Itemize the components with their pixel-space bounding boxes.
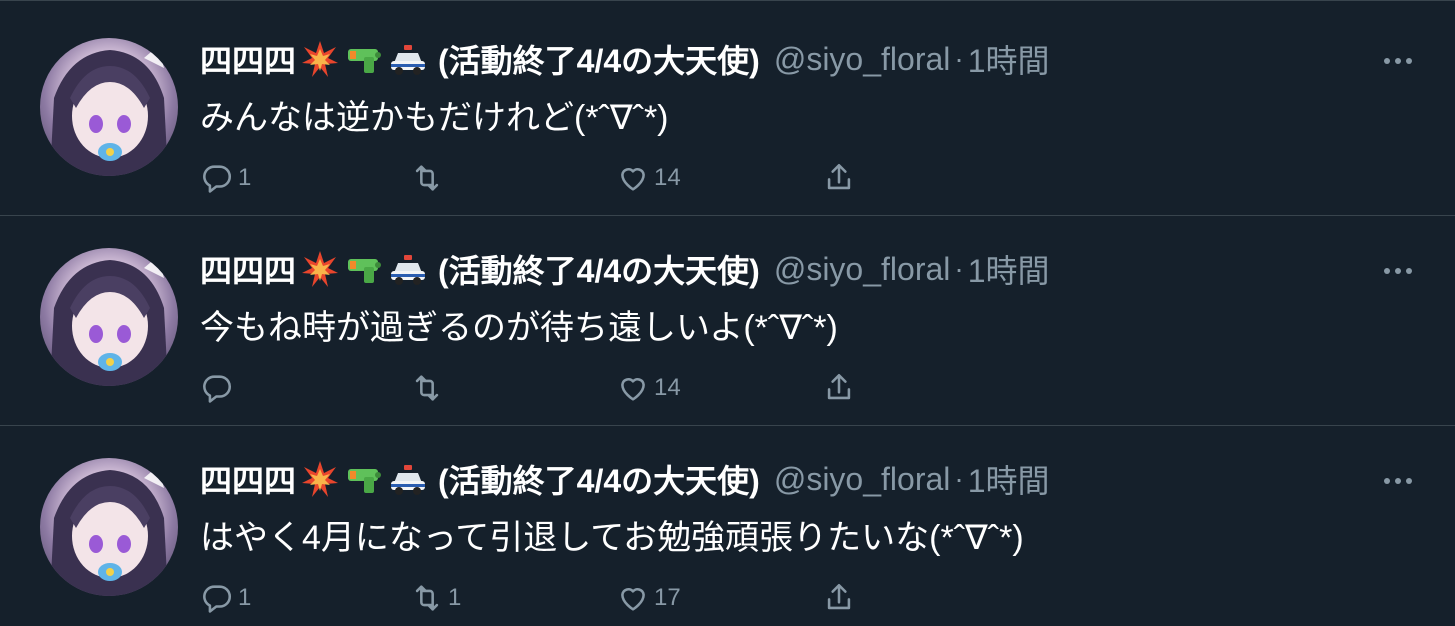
- more-options-icon[interactable]: [1378, 46, 1418, 76]
- reply-button[interactable]: [200, 366, 238, 410]
- tweet-header: 四四四 (活動終了4/4の大天使) @siyo_floral · 1時間: [200, 246, 1050, 292]
- heart-icon: [616, 581, 650, 615]
- handle[interactable]: @siyo_floral: [774, 41, 951, 78]
- tweet-actions: 1 14: [200, 156, 900, 200]
- like-button[interactable]: 17: [616, 576, 681, 620]
- water-pistol-icon: [344, 39, 384, 79]
- retweet-count: 1: [448, 584, 462, 611]
- reply-button[interactable]: 1: [200, 576, 251, 620]
- heart-icon: [616, 371, 650, 405]
- avatar[interactable]: [40, 458, 178, 596]
- display-name-suffix[interactable]: (活動終了4/4の大天使): [438, 36, 760, 82]
- share-button[interactable]: [822, 156, 856, 200]
- retweet-button[interactable]: [410, 156, 448, 200]
- more-options-icon[interactable]: [1378, 466, 1418, 496]
- like-count: 17: [654, 584, 681, 611]
- tweet-text: 今もね時が過ぎるのが待ち遠しいよ(*ˆ∇ˆ*): [200, 309, 838, 347]
- handle[interactable]: @siyo_floral: [774, 251, 951, 288]
- timestamp[interactable]: 1時間: [968, 246, 1050, 292]
- timeline: 四四四 (活動終了4/4の大天使) @siyo_floral · 1時間 みんな…: [0, 0, 1455, 626]
- retweet-button[interactable]: 1: [410, 576, 461, 620]
- separator: ·: [954, 43, 964, 74]
- separator: ·: [954, 463, 964, 494]
- tweet-header: 四四四 (活動終了4/4の大天使) @siyo_floral · 1時間: [200, 36, 1050, 82]
- display-name[interactable]: 四四四: [200, 456, 296, 502]
- avatar[interactable]: [40, 38, 178, 176]
- tweet-header: 四四四 (活動終了4/4の大天使) @siyo_floral · 1時間: [200, 456, 1050, 502]
- collision-icon: [300, 459, 340, 499]
- avatar[interactable]: [40, 248, 178, 386]
- retweet-icon: [410, 371, 444, 405]
- police-car-icon: [388, 39, 428, 79]
- tweet[interactable]: 四四四 (活動終了4/4の大天使) @siyo_floral · 1時間 はやく…: [0, 426, 1455, 626]
- reply-icon: [200, 371, 234, 405]
- share-button[interactable]: [822, 366, 856, 410]
- tweet[interactable]: 四四四 (活動終了4/4の大天使) @siyo_floral · 1時間 みんな…: [0, 6, 1455, 216]
- reply-icon: [200, 581, 234, 615]
- share-icon: [822, 161, 856, 195]
- heart-icon: [616, 161, 650, 195]
- more-options-icon[interactable]: [1378, 256, 1418, 286]
- like-button[interactable]: 14: [616, 366, 681, 410]
- tweet-actions: 1 1 17: [200, 576, 900, 620]
- police-car-icon: [388, 249, 428, 289]
- share-icon: [822, 581, 856, 615]
- display-name-suffix[interactable]: (活動終了4/4の大天使): [438, 246, 760, 292]
- timestamp[interactable]: 1時間: [968, 36, 1050, 82]
- separator: ·: [954, 253, 964, 284]
- like-button[interactable]: 14: [616, 156, 681, 200]
- reply-count: 1: [238, 584, 252, 611]
- handle[interactable]: @siyo_floral: [774, 461, 951, 498]
- reply-button[interactable]: 1: [200, 156, 251, 200]
- like-count: 14: [654, 164, 681, 191]
- retweet-button[interactable]: [410, 366, 448, 410]
- collision-icon: [300, 249, 340, 289]
- water-pistol-icon: [344, 459, 384, 499]
- collision-icon: [300, 39, 340, 79]
- reply-count: 1: [238, 164, 252, 191]
- tweet-actions: 14: [200, 366, 900, 410]
- display-name-suffix[interactable]: (活動終了4/4の大天使): [438, 456, 760, 502]
- share-icon: [822, 371, 856, 405]
- retweet-icon: [410, 161, 444, 195]
- display-name[interactable]: 四四四: [200, 246, 296, 292]
- tweet-text: みんなは逆かもだけれど(*ˆ∇ˆ*): [200, 99, 669, 137]
- like-count: 14: [654, 374, 681, 401]
- display-name[interactable]: 四四四: [200, 36, 296, 82]
- reply-icon: [200, 161, 234, 195]
- police-car-icon: [388, 459, 428, 499]
- timestamp[interactable]: 1時間: [968, 456, 1050, 502]
- tweet[interactable]: 四四四 (活動終了4/4の大天使) @siyo_floral · 1時間 今もね…: [0, 216, 1455, 426]
- tweet-text: はやく4月になって引退してお勉強頑張りたいな(*ˆ∇ˆ*): [200, 519, 1024, 557]
- retweet-icon: [410, 581, 444, 615]
- share-button[interactable]: [822, 576, 856, 620]
- water-pistol-icon: [344, 249, 384, 289]
